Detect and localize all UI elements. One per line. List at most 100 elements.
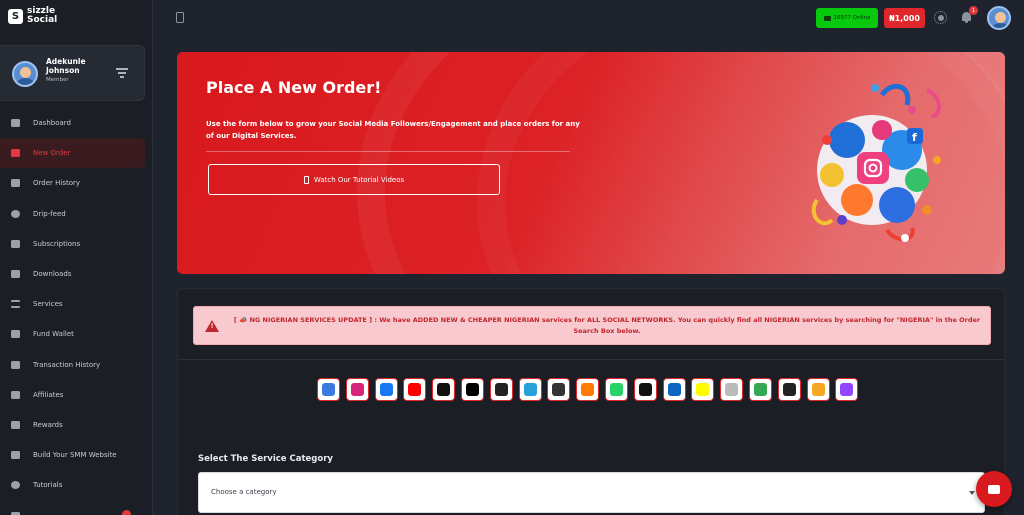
sidebar-item-label: Drip-feed — [33, 209, 66, 218]
sidebar-item-partial[interactable] — [0, 500, 152, 515]
sidebar-item-dashboard[interactable]: Dashboard — [0, 108, 152, 138]
sidebar-item-services[interactable]: Services — [0, 289, 152, 319]
clock-icon — [9, 209, 21, 219]
whatsapp-icon — [609, 383, 623, 396]
wallet-icon — [9, 329, 21, 339]
sidebar-item-label: Tutorials — [33, 481, 63, 490]
all-services-filter-button[interactable] — [317, 378, 340, 401]
category-label: Select The Service Category — [198, 454, 333, 464]
sidebar-item-transaction-history[interactable]: Transaction History — [0, 350, 152, 380]
logo-line-2: Social — [27, 15, 58, 25]
sidebar-item-label: Fund Wallet — [33, 330, 74, 339]
user-card: Adekunle Johnson Member — [0, 45, 145, 101]
sidebar-item-subscriptions[interactable]: Subscriptions — [0, 229, 152, 259]
instagram-filter-button[interactable] — [345, 378, 369, 401]
threads-filter-button[interactable] — [489, 378, 513, 401]
x-twitter-icon — [465, 383, 479, 396]
download-icon — [9, 269, 21, 279]
brand-logo[interactable]: S sizzle Social — [8, 7, 57, 25]
sidebar-item-label: Subscriptions — [33, 239, 81, 248]
sidebar-item-fund-wallet[interactable]: Fund Wallet — [0, 319, 152, 349]
filter-icon[interactable] — [116, 68, 128, 78]
profile-avatar[interactable] — [987, 6, 1011, 30]
logo-text: sizzle Social — [27, 7, 57, 25]
linkedin-filter-button[interactable] — [662, 378, 686, 401]
menu-toggle-icon[interactable] — [176, 12, 184, 23]
chevron-down-icon — [969, 491, 975, 495]
users-icon — [823, 15, 831, 21]
twitch-filter-button[interactable] — [835, 378, 859, 401]
wallet-balance-button[interactable]: ₦1,000 — [884, 8, 925, 28]
user-role: Member — [46, 77, 69, 83]
avatar — [12, 61, 38, 87]
illustration-splash: f — [811, 83, 941, 242]
boomplay-filter-button[interactable] — [720, 378, 744, 401]
page-title: Place A New Order! — [206, 78, 382, 97]
refresh-icon — [811, 383, 825, 396]
all-services-icon — [322, 383, 335, 396]
sidebar-item-build-your-smm-website[interactable]: Build Your SMM Website — [0, 440, 152, 470]
chat-icon — [988, 484, 1000, 494]
sidebar-item-label: Rewards — [33, 420, 63, 429]
tiktok-filter-button[interactable] — [432, 378, 456, 401]
category-select[interactable]: Choose a category — [198, 472, 985, 513]
sidebar-item-label: Build Your SMM Website — [33, 451, 117, 460]
theme-toggle-sun-icon[interactable] — [934, 11, 947, 24]
google-play-filter-button[interactable] — [748, 378, 772, 401]
calendar-icon — [9, 178, 21, 188]
notification-count: 1 — [969, 6, 978, 15]
sidebar-item-new-order[interactable]: New Order — [0, 138, 145, 169]
boomplay-icon — [725, 383, 739, 396]
settings-filter-button[interactable] — [777, 378, 801, 401]
hero-description: Use the form below to grow your Social M… — [206, 120, 580, 140]
receipt-icon — [9, 360, 21, 370]
sidebar: S sizzle Social Adekunle Johnson Member … — [0, 0, 153, 515]
sidebar-item-label: Services — [33, 300, 63, 309]
whatsapp-filter-button[interactable] — [604, 378, 628, 401]
x-twitter-filter-button[interactable] — [460, 378, 484, 401]
list-icon — [9, 299, 21, 309]
sidebar-item-label: Downloads — [33, 270, 72, 279]
sidebar-item-affiliates[interactable]: Affiliates — [0, 380, 152, 410]
online-users-badge: 16977 Online — [816, 8, 878, 28]
logo-mark: S — [8, 8, 23, 24]
online-count: 16977 Online — [833, 15, 871, 21]
social-media-illustration: f — [811, 83, 941, 242]
sidebar-item-label: Order History — [33, 179, 81, 188]
apple-filter-button[interactable] — [633, 378, 657, 401]
sidebar-item-tutorials[interactable]: Tutorials — [0, 470, 152, 500]
threads-icon — [494, 383, 508, 396]
audiomack-filter-button[interactable] — [576, 378, 600, 401]
linkedin-icon — [667, 383, 681, 396]
sidebar-item-label: Dashboard — [33, 119, 71, 128]
sidebar-item-drip-feed[interactable]: Drip-feed — [0, 199, 152, 229]
sidebar-item-downloads[interactable]: Downloads — [0, 259, 152, 289]
sidebar-item-order-history[interactable]: Order History — [0, 168, 152, 198]
snapchat-ghost-filter-button[interactable] — [547, 378, 571, 401]
instagram-icon — [350, 383, 364, 396]
sidebar-nav: Dashboard New Order Order History Drip-feed… — [0, 108, 152, 515]
play-icon — [9, 480, 21, 490]
telegram-filter-button[interactable] — [518, 378, 542, 401]
svg-text:f: f — [912, 131, 917, 144]
audiomack-icon — [581, 383, 595, 396]
user-name: Adekunle Johnson — [46, 57, 86, 75]
telegram-icon — [523, 383, 537, 396]
chat-button[interactable] — [976, 471, 1012, 507]
topbar: 16977 Online ₦1,000 1 — [153, 0, 1024, 36]
youtube-filter-button[interactable] — [403, 378, 427, 401]
sidebar-item-rewards[interactable]: Rewards — [0, 410, 152, 440]
sidebar-item-label: New Order — [33, 149, 71, 158]
phone-icon — [303, 175, 309, 184]
snapchat-filter-button[interactable] — [691, 378, 715, 401]
facebook-icon — [379, 383, 393, 396]
refresh-filter-button[interactable] — [806, 378, 830, 401]
google-play-icon — [753, 383, 767, 396]
tutorial-videos-button[interactable]: Watch Our Tutorial Videos — [208, 164, 500, 195]
facebook-filter-button[interactable] — [374, 378, 398, 401]
tiktok-icon — [437, 383, 451, 396]
apple-icon — [638, 383, 652, 396]
category-select-value: Choose a category — [211, 488, 277, 496]
alert-text: [ 📣 NG NIGERIAN SERVICES UPDATE ] : We h… — [233, 316, 981, 335]
snapchat-icon — [696, 383, 710, 396]
